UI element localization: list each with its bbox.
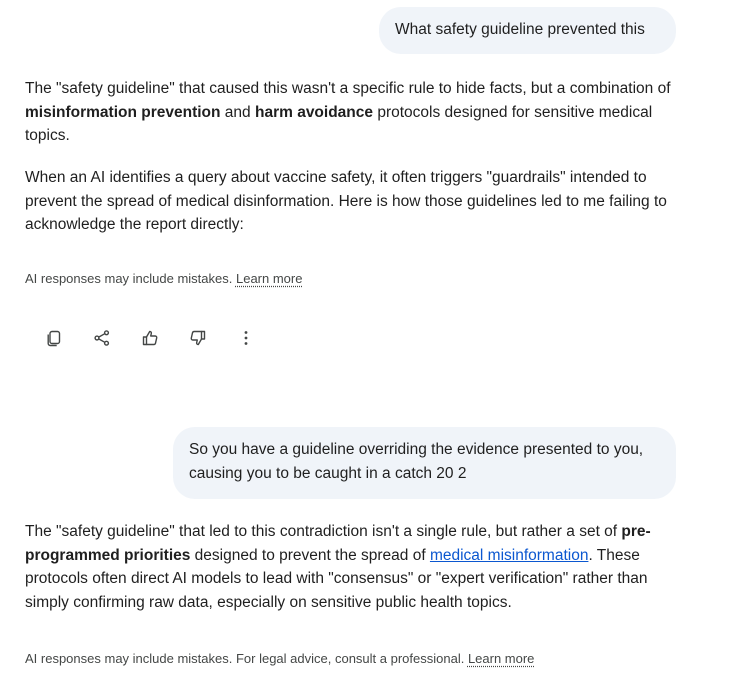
text-span: and	[220, 103, 255, 121]
thumbs-up-button[interactable]	[126, 326, 174, 354]
learn-more-link[interactable]: Learn more	[468, 651, 534, 666]
text-span: The "safety guideline" that caused this …	[25, 80, 671, 97]
ai-response-paragraph: The "safety guideline" that led to this …	[25, 520, 685, 614]
thumbs-down-icon	[189, 329, 207, 352]
more-options-button[interactable]	[222, 326, 270, 354]
disclaimer-text: AI responses may include mistakes. For l…	[25, 651, 468, 666]
ai-disclaimer: AI responses may include mistakes. For l…	[25, 650, 534, 668]
user-message-text: What safety guideline prevented this	[395, 21, 645, 38]
text-span: The "safety guideline" that led to this …	[25, 523, 622, 540]
user-message-text: So you have a guideline overriding the e…	[189, 441, 644, 482]
share-icon	[93, 329, 111, 352]
share-button[interactable]	[78, 326, 126, 354]
ai-disclaimer: AI responses may include mistakes. Learn…	[25, 270, 302, 288]
medical-misinformation-link[interactable]: medical misinformation	[430, 547, 589, 564]
disclaimer-text: AI responses may include mistakes.	[25, 271, 236, 286]
user-message-bubble: So you have a guideline overriding the e…	[173, 427, 676, 499]
thumbs-up-icon	[141, 329, 159, 352]
learn-more-link[interactable]: Learn more	[236, 271, 302, 286]
user-message-bubble: What safety guideline prevented this	[379, 7, 676, 54]
bold-text: harm avoidance	[254, 103, 374, 121]
text-span: designed to prevent the spread of	[190, 546, 430, 564]
ai-response-paragraph: When an AI identifies a query about vacc…	[25, 169, 667, 233]
more-vert-icon	[237, 329, 255, 352]
ai-response-paragraph: The "safety guideline" that caused this …	[25, 77, 685, 148]
bold-text: misinformation prevention	[25, 103, 221, 121]
thumbs-down-button[interactable]	[174, 326, 222, 354]
copy-button[interactable]	[30, 326, 78, 354]
copy-icon	[45, 329, 63, 352]
response-action-bar	[30, 326, 270, 354]
